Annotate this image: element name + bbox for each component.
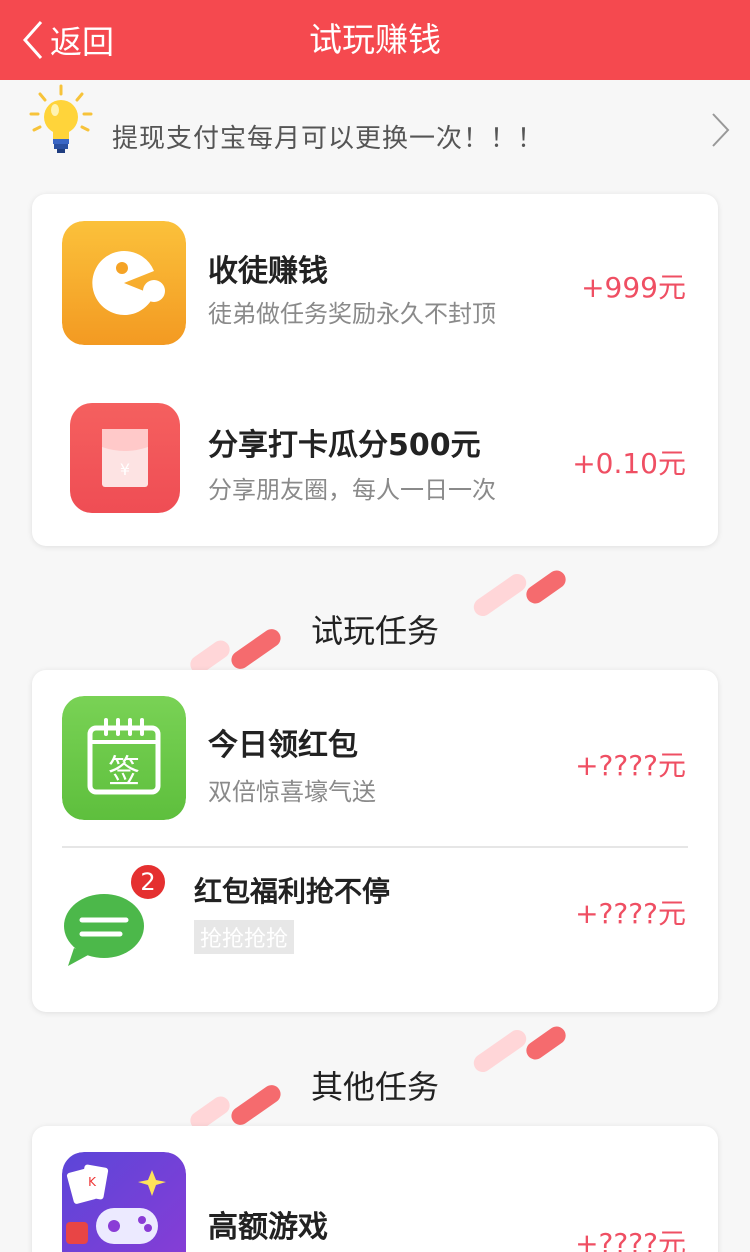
notice-bar[interactable]: 提现支付宝每月可以更换一次！！！ bbox=[0, 80, 750, 190]
other-tasks-card: K 高额游戏 +????元 bbox=[32, 1126, 718, 1252]
red-envelope-icon: ¥ bbox=[70, 403, 180, 513]
notification-badge: 2 bbox=[128, 862, 168, 902]
decor-stripe bbox=[522, 567, 570, 607]
svg-text:¥: ¥ bbox=[120, 460, 130, 479]
task-row-high-reward-game[interactable]: K 高额游戏 +????元 bbox=[32, 1126, 718, 1252]
sign-in-calendar-icon: 签 bbox=[62, 696, 186, 820]
task-reward: +????元 bbox=[575, 1227, 686, 1252]
trial-tasks-card: 签 今日领红包 双倍惊喜壕气送 +????元 2 红包福利抢不停 抢抢抢抢 +?… bbox=[32, 670, 718, 1012]
game-controller-icon: K bbox=[62, 1152, 186, 1252]
trial-tasks-header: 试玩任务 bbox=[0, 560, 750, 680]
task-row-recruit[interactable]: 收徒赚钱 徒弟做任务奖励永久不封顶 +999元 bbox=[32, 194, 718, 370]
page-title: 试玩赚钱 bbox=[309, 20, 441, 59]
svg-text:K: K bbox=[88, 1175, 97, 1189]
section-title: 其他任务 bbox=[310, 1068, 439, 1106]
task-reward: +0.10元 bbox=[572, 447, 686, 480]
task-reward: +999元 bbox=[581, 271, 686, 304]
task-row-share[interactable]: ¥ 分享打卡瓜分500元 分享朋友圈，每人一日一次 +0.10元 bbox=[32, 370, 718, 546]
lightbulb-icon bbox=[29, 84, 93, 153]
task-name: 分享打卡瓜分500元 bbox=[208, 428, 481, 463]
section-title: 试玩任务 bbox=[310, 612, 439, 650]
task-row-redpacket-welfare[interactable]: 2 红包福利抢不停 抢抢抢抢 +????元 bbox=[32, 848, 718, 1012]
notice-text: 提现支付宝每月可以更换一次！！！ bbox=[112, 124, 545, 154]
task-name: 高额游戏 bbox=[208, 1210, 328, 1245]
task-tag: 抢抢抢抢 bbox=[194, 920, 295, 954]
top-navigation-bar: 返回 试玩赚钱 bbox=[0, 0, 750, 80]
task-desc: 分享朋友圈，每人一日一次 bbox=[208, 476, 496, 504]
decor-stripe bbox=[522, 1023, 570, 1063]
sign-icon-text: 签 bbox=[108, 752, 140, 790]
featured-tasks-card: 收徒赚钱 徒弟做任务奖励永久不封顶 +999元 ¥ 分享打卡瓜分500元 分享朋… bbox=[32, 194, 718, 546]
pacman-icon bbox=[62, 221, 186, 345]
chat-bubble-icon bbox=[64, 894, 144, 966]
task-desc: 徒弟做任务奖励永久不封顶 bbox=[208, 300, 496, 328]
task-row-daily-redpacket[interactable]: 签 今日领红包 双倍惊喜壕气送 +????元 bbox=[32, 670, 718, 846]
chevron-right-icon bbox=[712, 113, 730, 147]
task-reward: +????元 bbox=[575, 749, 686, 782]
task-name: 红包福利抢不停 bbox=[194, 875, 391, 908]
other-tasks-header: 其他任务 bbox=[0, 1016, 750, 1136]
task-name: 收徒赚钱 bbox=[208, 254, 328, 289]
task-reward: +????元 bbox=[575, 897, 686, 930]
task-desc: 双倍惊喜壕气送 bbox=[208, 778, 376, 806]
task-name: 今日领红包 bbox=[208, 728, 358, 763]
